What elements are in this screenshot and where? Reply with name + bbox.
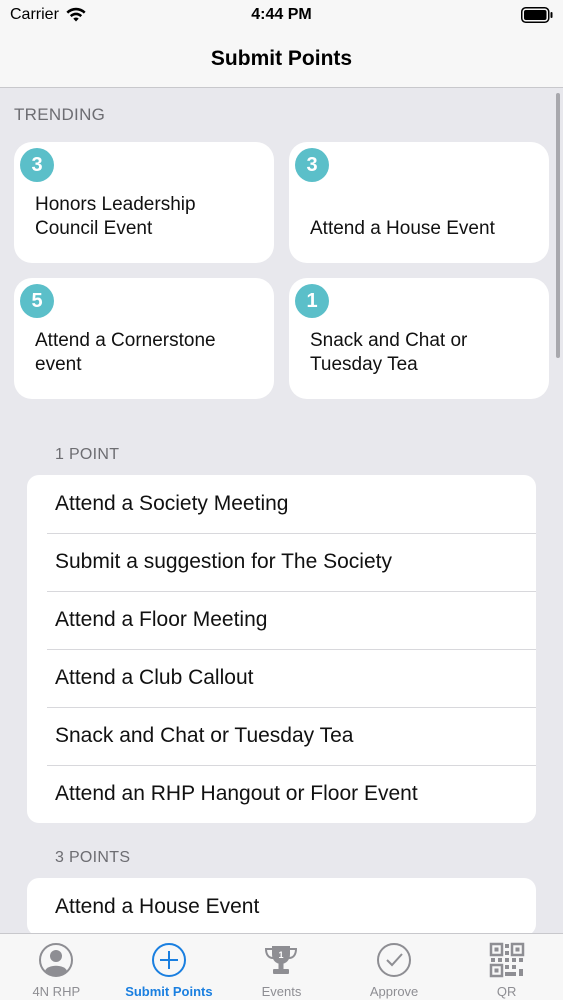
person-icon [39, 943, 74, 977]
svg-text:1: 1 [279, 950, 284, 960]
trending-card-title: Honors Leadership Council Event [35, 194, 196, 239]
tab-label: Submit Points [125, 984, 213, 999]
scroll-indicator[interactable] [556, 93, 560, 358]
content-scroll-view[interactable]: TRENDING 3 Honors Leadership Council Eve… [0, 88, 563, 933]
tab-events[interactable]: 1 Events [225, 934, 338, 1000]
point-list-1: Attend a Society Meeting Submit a sugges… [27, 475, 536, 823]
section-header-1-point: 1 POINT [55, 446, 120, 463]
page-title: Submit Points [210, 46, 353, 70]
list-item[interactable]: Attend a Club Callout [27, 649, 536, 707]
section-header-3-points: 3 POINTS [55, 849, 131, 866]
tab-bar: 4N RHP Submit Points 1 Events Approve QR [0, 933, 563, 1000]
status-time: 4:44 PM [251, 6, 312, 23]
points-badge: 3 [295, 148, 329, 182]
trending-card-title: Attend a House Event [310, 218, 495, 239]
trending-card-title: Snack and Chat or Tuesday Tea [310, 330, 468, 375]
list-item[interactable]: Snack and Chat or Tuesday Tea [27, 707, 536, 765]
point-list-3: Attend a House Event [27, 878, 536, 933]
trending-header: TRENDING [14, 105, 106, 124]
trending-card[interactable]: 1 Snack and Chat or Tuesday Tea [289, 278, 549, 399]
list-item[interactable]: Attend an RHP Hangout or Floor Event [27, 765, 536, 823]
trending-card[interactable]: 3 Honors Leadership Council Event [14, 142, 274, 263]
list-item[interactable]: Attend a House Event [27, 878, 536, 933]
list-item[interactable]: Submit a suggestion for The Society [27, 533, 536, 591]
tab-label: Approve [369, 984, 419, 999]
tab-approve[interactable]: Approve [338, 934, 451, 1000]
trending-card[interactable]: 3 Attend a House Event [289, 142, 549, 263]
tab-submit-points[interactable]: Submit Points [113, 934, 226, 1000]
qr-code-icon [489, 942, 524, 978]
tab-4n-rhp[interactable]: 4N RHP [0, 934, 113, 1000]
trending-card[interactable]: 5 Attend a Cornerstone event [14, 278, 274, 399]
list-item[interactable]: Attend a Floor Meeting [27, 591, 536, 649]
tab-label: QR [496, 984, 517, 999]
plus-circle-icon [151, 943, 186, 977]
trending-card-title: Attend a Cornerstone event [35, 330, 216, 375]
navigation-bar: Submit Points [0, 30, 563, 88]
points-badge: 5 [20, 284, 54, 318]
status-bar: Carrier 4:44 PM [0, 0, 563, 30]
tab-qr[interactable]: QR [450, 934, 563, 1000]
tab-label: Events [261, 984, 302, 999]
tab-label: 4N RHP [32, 984, 81, 999]
list-item[interactable]: Attend a Society Meeting [27, 475, 536, 533]
battery-icon [521, 7, 553, 23]
trophy-icon: 1 [265, 946, 298, 974]
points-badge: 1 [295, 284, 329, 318]
points-badge: 3 [20, 148, 54, 182]
checkmark-circle-icon [377, 943, 412, 977]
